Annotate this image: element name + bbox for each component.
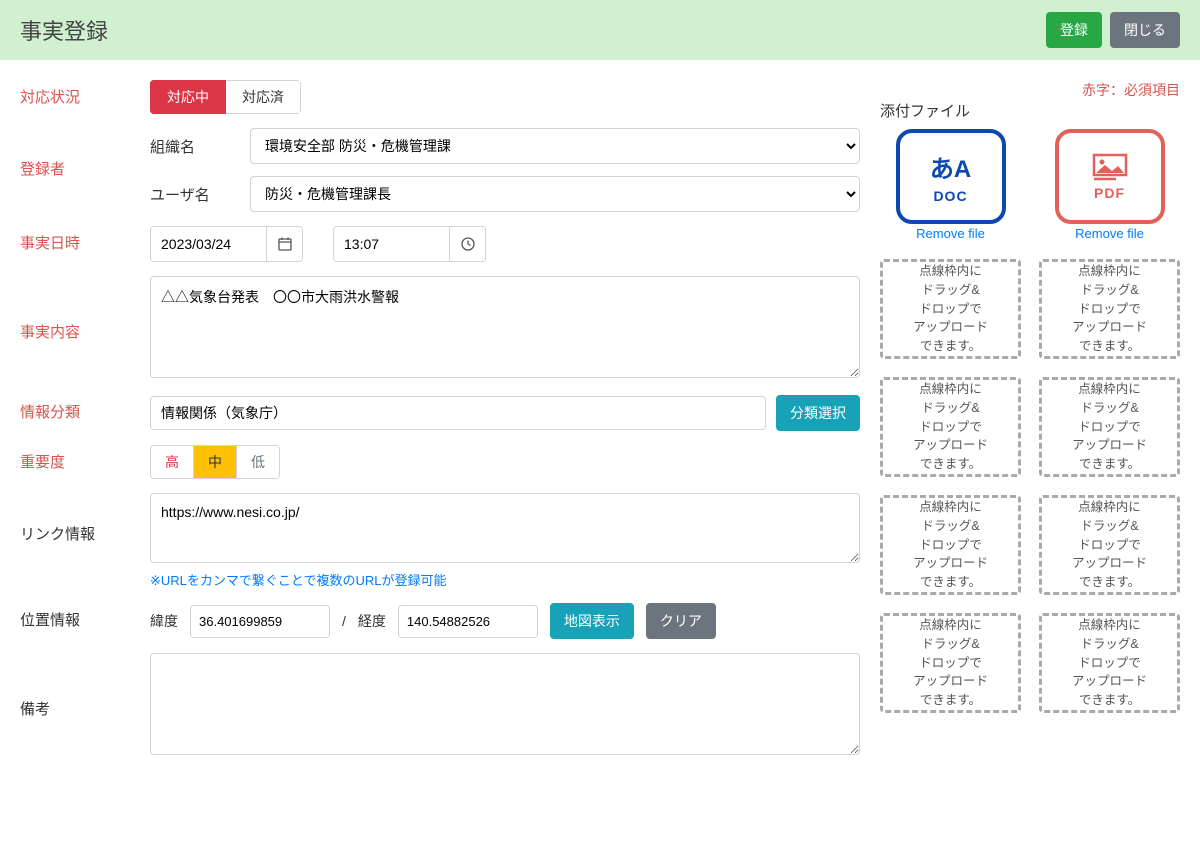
- label-lat: 緯度: [150, 611, 178, 631]
- doc-glyph: あA: [930, 149, 971, 184]
- label-status: 対応状況: [20, 80, 150, 113]
- calendar-icon[interactable]: [266, 227, 302, 261]
- header-buttons: 登録 閉じる: [1046, 12, 1180, 48]
- label-datetime: 事実日時: [20, 226, 150, 259]
- main-form: 対応状況 対応中 対応済 登録者 組織名 環境安全部 防災・危機管理課 ユー: [20, 80, 860, 772]
- coord-separator: /: [342, 613, 346, 629]
- drop-zone[interactable]: 点線枠内に ドラッグ& ドロップで アップロード できます。: [880, 259, 1021, 359]
- org-select[interactable]: 環境安全部 防災・危機管理課: [250, 128, 860, 164]
- drop-zone[interactable]: 点線枠内に ドラッグ& ドロップで アップロード できます。: [880, 613, 1021, 713]
- drop-zone[interactable]: 点線枠内に ドラッグ& ドロップで アップロード できます。: [1039, 259, 1180, 359]
- date-input[interactable]: [151, 227, 266, 261]
- pdf-ext: PDF: [1094, 185, 1125, 201]
- label-registrant: 登録者: [20, 128, 150, 185]
- lat-input[interactable]: [190, 605, 330, 638]
- attachments-panel: 赤字：必須項目 添付ファイル あA DOC Remove file: [880, 80, 1180, 772]
- lon-input[interactable]: [398, 605, 538, 638]
- notes-textarea[interactable]: [150, 653, 860, 755]
- category-select-button[interactable]: 分類選択: [776, 395, 860, 431]
- label-lon: 経度: [358, 611, 386, 631]
- register-button[interactable]: 登録: [1046, 12, 1102, 48]
- drop-zone[interactable]: 点線枠内に ドラッグ& ドロップで アップロード できます。: [1039, 377, 1180, 477]
- label-content: 事実内容: [20, 276, 150, 348]
- remove-pdf-link[interactable]: Remove file: [1039, 226, 1180, 241]
- clear-button[interactable]: クリア: [646, 603, 716, 639]
- content-textarea[interactable]: △△気象台発表 〇〇市大雨洪水警報: [150, 276, 860, 378]
- drop-zone[interactable]: 点線枠内に ドラッグ& ドロップで アップロード できます。: [1039, 495, 1180, 595]
- page-title: 事実登録: [20, 14, 108, 46]
- category-input[interactable]: [150, 396, 766, 430]
- link-helper: ※URLをカンマで繋ぐことで複数のURLが登録可能: [150, 570, 860, 589]
- map-show-button[interactable]: 地図表示: [550, 603, 634, 639]
- required-note: 赤字：必須項目: [880, 80, 1180, 100]
- priority-low-button[interactable]: 低: [237, 446, 279, 478]
- attachments-title: 添付ファイル: [880, 100, 1180, 121]
- page-header: 事実登録 登録 閉じる: [0, 0, 1200, 60]
- doc-file-icon[interactable]: あA DOC: [896, 129, 1006, 224]
- time-input[interactable]: [334, 227, 449, 261]
- drop-zone[interactable]: 点線枠内に ドラッグ& ドロップで アップロード できます。: [880, 495, 1021, 595]
- link-textarea[interactable]: https://www.nesi.co.jp/: [150, 493, 860, 563]
- label-link: リンク情報: [20, 493, 150, 550]
- drop-zone[interactable]: 点線枠内に ドラッグ& ドロップで アップロード できます。: [1039, 613, 1180, 713]
- image-icon: [1092, 153, 1128, 181]
- pdf-file-icon[interactable]: PDF: [1055, 129, 1165, 224]
- user-select[interactable]: 防災・危機管理課長: [250, 176, 860, 212]
- attachment-doc: あA DOC Remove file: [880, 129, 1021, 241]
- status-done-button[interactable]: 対応済: [226, 80, 301, 114]
- label-priority: 重要度: [20, 445, 150, 478]
- status-toggle: 対応中 対応済: [150, 80, 301, 114]
- label-org: 組織名: [150, 136, 250, 157]
- label-user: ユーザ名: [150, 184, 250, 205]
- doc-ext: DOC: [933, 188, 967, 204]
- priority-group: 高 中 低: [150, 445, 280, 479]
- label-notes: 備考: [20, 653, 150, 725]
- remove-doc-link[interactable]: Remove file: [880, 226, 1021, 241]
- drop-zone[interactable]: 点線枠内に ドラッグ& ドロップで アップロード できます。: [880, 377, 1021, 477]
- attachment-pdf: PDF Remove file: [1039, 129, 1180, 241]
- clock-icon[interactable]: [449, 227, 485, 261]
- status-active-button[interactable]: 対応中: [150, 80, 226, 114]
- label-category: 情報分類: [20, 395, 150, 428]
- priority-mid-button[interactable]: 中: [194, 446, 237, 478]
- priority-high-button[interactable]: 高: [151, 446, 194, 478]
- label-location: 位置情報: [20, 603, 150, 636]
- close-button[interactable]: 閉じる: [1110, 12, 1180, 48]
